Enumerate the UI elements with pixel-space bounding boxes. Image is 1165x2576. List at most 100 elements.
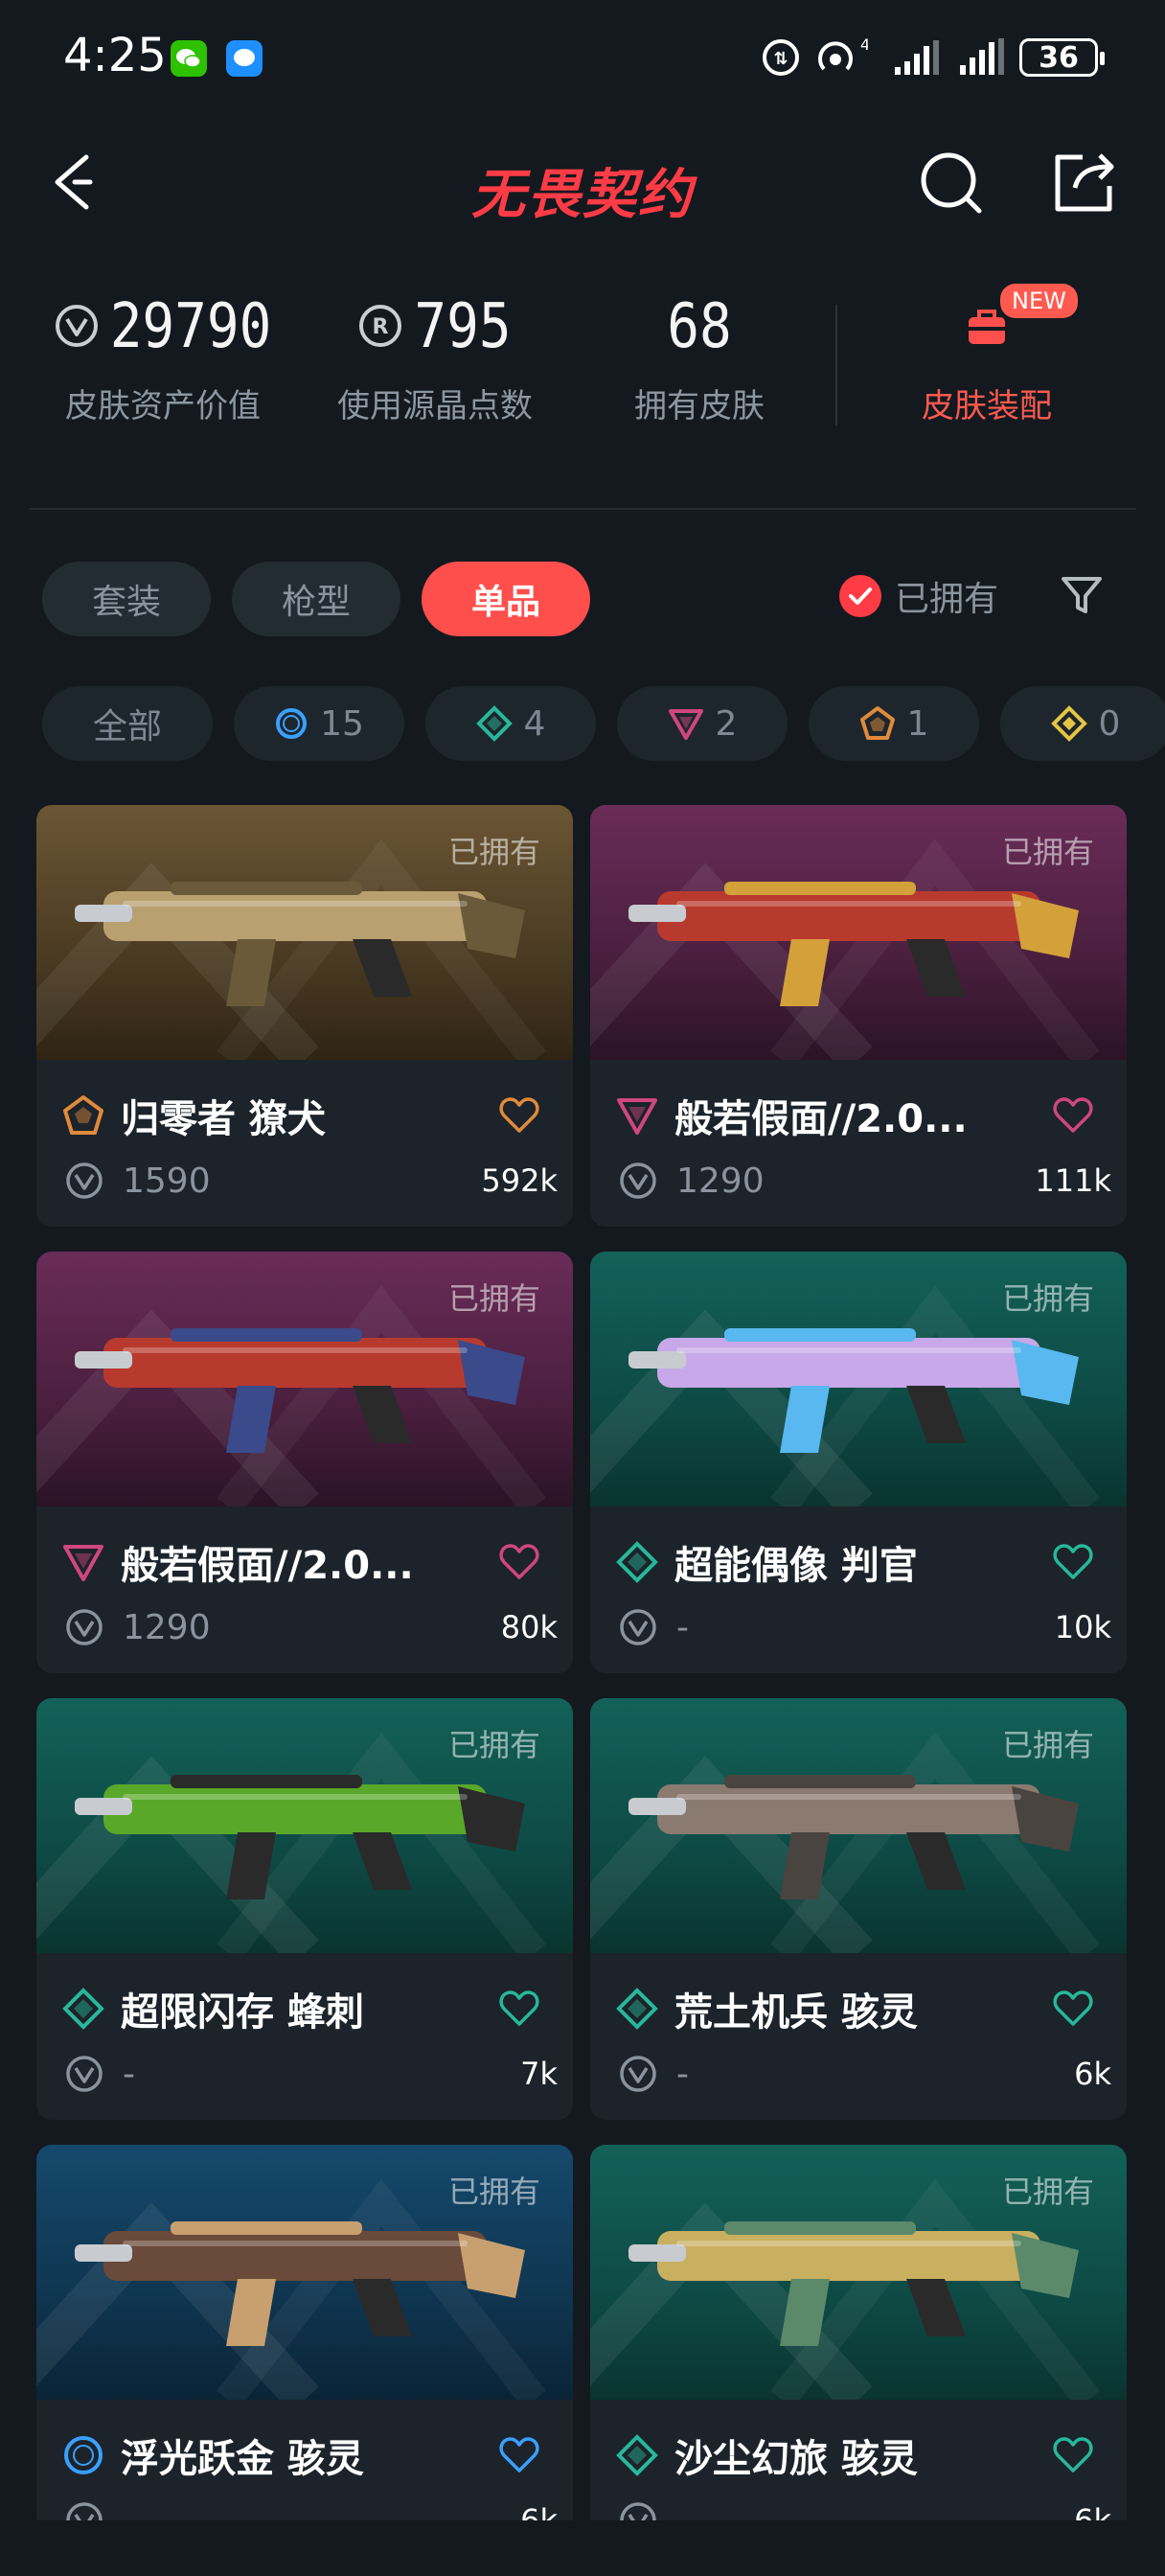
owned-tag: 已拥有 <box>1001 2174 1094 2210</box>
search-button[interactable] <box>912 144 989 220</box>
skin-image: 已拥有 <box>590 2145 1127 2400</box>
asset-value: 29790 <box>109 289 272 362</box>
skin-price: 1590 <box>123 1161 211 1201</box>
heart-icon[interactable] <box>496 1986 542 2032</box>
tab-bundles[interactable]: 套装 <box>42 562 212 636</box>
skin-card[interactable]: 已拥有 超能偶像 判官 - 10k <box>590 1252 1127 1673</box>
svg-text:⇅: ⇅ <box>773 49 788 69</box>
heart-icon[interactable] <box>1050 1092 1096 1138</box>
heart-icon[interactable] <box>1050 2432 1096 2478</box>
deluxe-tier-icon <box>616 1541 658 1583</box>
deluxe-tier-icon <box>475 705 513 742</box>
stat-asset-value: 29790 皮肤资产价值 <box>48 288 278 426</box>
owned-filter-label: 已拥有 <box>895 580 999 619</box>
like-count: 6k <box>520 2502 558 2520</box>
wechat-icon <box>171 40 207 77</box>
skin-name: 般若假面//2.0... <box>121 1544 414 1588</box>
new-badge: NEW <box>1000 284 1078 318</box>
heart-icon[interactable] <box>1050 1986 1096 2032</box>
skin-price: 1290 <box>676 1161 765 1201</box>
category-tabs: 套装 枪型 单品 <box>42 562 591 636</box>
like-count: 7k <box>520 2056 558 2092</box>
filter-icon <box>1062 577 1102 613</box>
stats-divider <box>835 305 837 426</box>
skin-name: 荒土机兵 骇灵 <box>674 1990 918 2035</box>
svg-text:4: 4 <box>860 36 868 54</box>
skin-image: 已拥有 <box>36 1252 573 1506</box>
search-icon <box>921 152 982 214</box>
valorant-points-icon <box>66 2502 103 2520</box>
chip-label: 4 <box>523 703 546 744</box>
skin-image: 已拥有 <box>36 1698 573 1953</box>
chip-label: 0 <box>1098 703 1121 744</box>
owned-tag: 已拥有 <box>447 2174 540 2210</box>
skin-name: 般若假面//2.0... <box>674 1097 968 1141</box>
tab-single-items[interactable]: 单品 <box>422 562 591 636</box>
chip-ultra-tier[interactable]: 0 <box>1000 686 1165 761</box>
valorant-points-icon <box>66 1162 103 1199</box>
asset-value-label: 皮肤资产价值 <box>65 387 261 426</box>
owned-tag: 已拥有 <box>1001 1727 1094 1763</box>
skin-name: 沙尘幻旅 骇灵 <box>674 2437 918 2481</box>
premium-tier-icon <box>617 1098 657 1135</box>
battery-indicator: 36 <box>1019 38 1105 77</box>
status-icons: ⇅ 4 36 <box>761 33 1105 82</box>
like-count: 10k <box>1054 1609 1111 1645</box>
valorant-points-icon <box>620 2056 656 2092</box>
skin-price: 1290 <box>123 1607 211 1647</box>
chip-label: 2 <box>715 703 738 744</box>
valorant-points-icon <box>620 1609 656 1645</box>
exclusive-tier-icon <box>63 1095 103 1135</box>
skin-image: 已拥有 <box>590 1252 1127 1506</box>
filter-button[interactable] <box>1058 571 1106 619</box>
skin-card[interactable]: 已拥有 超限闪存 蜂刺 - 7k <box>36 1698 573 2120</box>
valorant-points-icon <box>620 2502 656 2520</box>
owned-tag: 已拥有 <box>447 1727 540 1763</box>
message-icon <box>226 40 263 77</box>
skin-image: 已拥有 <box>590 805 1127 1060</box>
owned-count: 68 <box>667 289 732 362</box>
tab-weapon-types[interactable]: 枪型 <box>232 562 401 636</box>
stats-panel: 29790 皮肤资产价值 R 795 使用源晶点数 68 拥有皮肤 皮肤装配 <box>0 288 1165 450</box>
skin-card[interactable]: 已拥有 荒土机兵 骇灵 - 6k <box>590 1698 1127 2120</box>
owned-label: 拥有皮肤 <box>634 387 765 426</box>
heart-icon[interactable] <box>496 2432 542 2478</box>
chip-deluxe-tier[interactable]: 4 <box>425 686 596 761</box>
valorant-points-icon <box>66 1609 103 1645</box>
heart-icon[interactable] <box>496 1539 542 1585</box>
chip-exclusive-tier[interactable]: 1 <box>809 686 979 761</box>
ultra-tier-icon <box>1050 705 1087 742</box>
chip-premium-tier[interactable]: 2 <box>617 686 788 761</box>
like-count: 592k <box>481 1162 558 1199</box>
skin-card[interactable]: 已拥有 般若假面//2.0... 1290 111k <box>590 805 1127 1227</box>
skin-name: 超能偶像 判官 <box>674 1544 918 1588</box>
skin-card[interactable]: 已拥有 般若假面//2.0... 1290 80k <box>36 1252 573 1673</box>
skin-name: 超限闪存 蜂刺 <box>121 1990 364 2035</box>
radianite-label: 使用源晶点数 <box>337 387 533 426</box>
share-button[interactable] <box>1046 144 1123 220</box>
chip-select-tier[interactable]: 15 <box>234 686 404 761</box>
skin-price: - <box>676 2054 689 2094</box>
top-nav: 无畏契约 <box>0 134 1165 230</box>
like-count: 80k <box>500 1609 558 1645</box>
loadout-label: 皮肤装配 <box>922 387 1052 426</box>
skin-name: 浮光跃金 骇灵 <box>121 2437 364 2481</box>
heart-icon[interactable] <box>1050 1539 1096 1585</box>
skin-card[interactable]: 已拥有 浮光跃金 骇灵 - 6k <box>36 2145 573 2520</box>
skin-price: - <box>676 1607 689 1647</box>
owned-tag: 已拥有 <box>447 1280 540 1317</box>
stat-owned-skins: 68 拥有皮肤 <box>584 288 814 426</box>
owned-filter-toggle[interactable]: 已拥有 <box>839 571 998 621</box>
skin-price: - <box>123 2500 135 2521</box>
skin-card[interactable]: 已拥有 沙尘幻旅 骇灵 - 6k <box>590 2145 1127 2520</box>
heart-icon[interactable] <box>496 1092 542 1138</box>
skin-card[interactable]: 已拥有 归零者 獠犬 1590 592k <box>36 805 573 1227</box>
owned-tag: 已拥有 <box>1001 834 1094 870</box>
skin-image: 已拥有 <box>36 2145 573 2400</box>
chip-all[interactable]: 全部 <box>42 686 213 761</box>
deluxe-tier-icon <box>616 1988 658 2030</box>
hotspot-icon: 4 <box>818 36 868 71</box>
select-tier-icon <box>276 708 308 739</box>
skin-price: - <box>123 2054 135 2094</box>
deluxe-tier-icon <box>62 1988 104 2030</box>
